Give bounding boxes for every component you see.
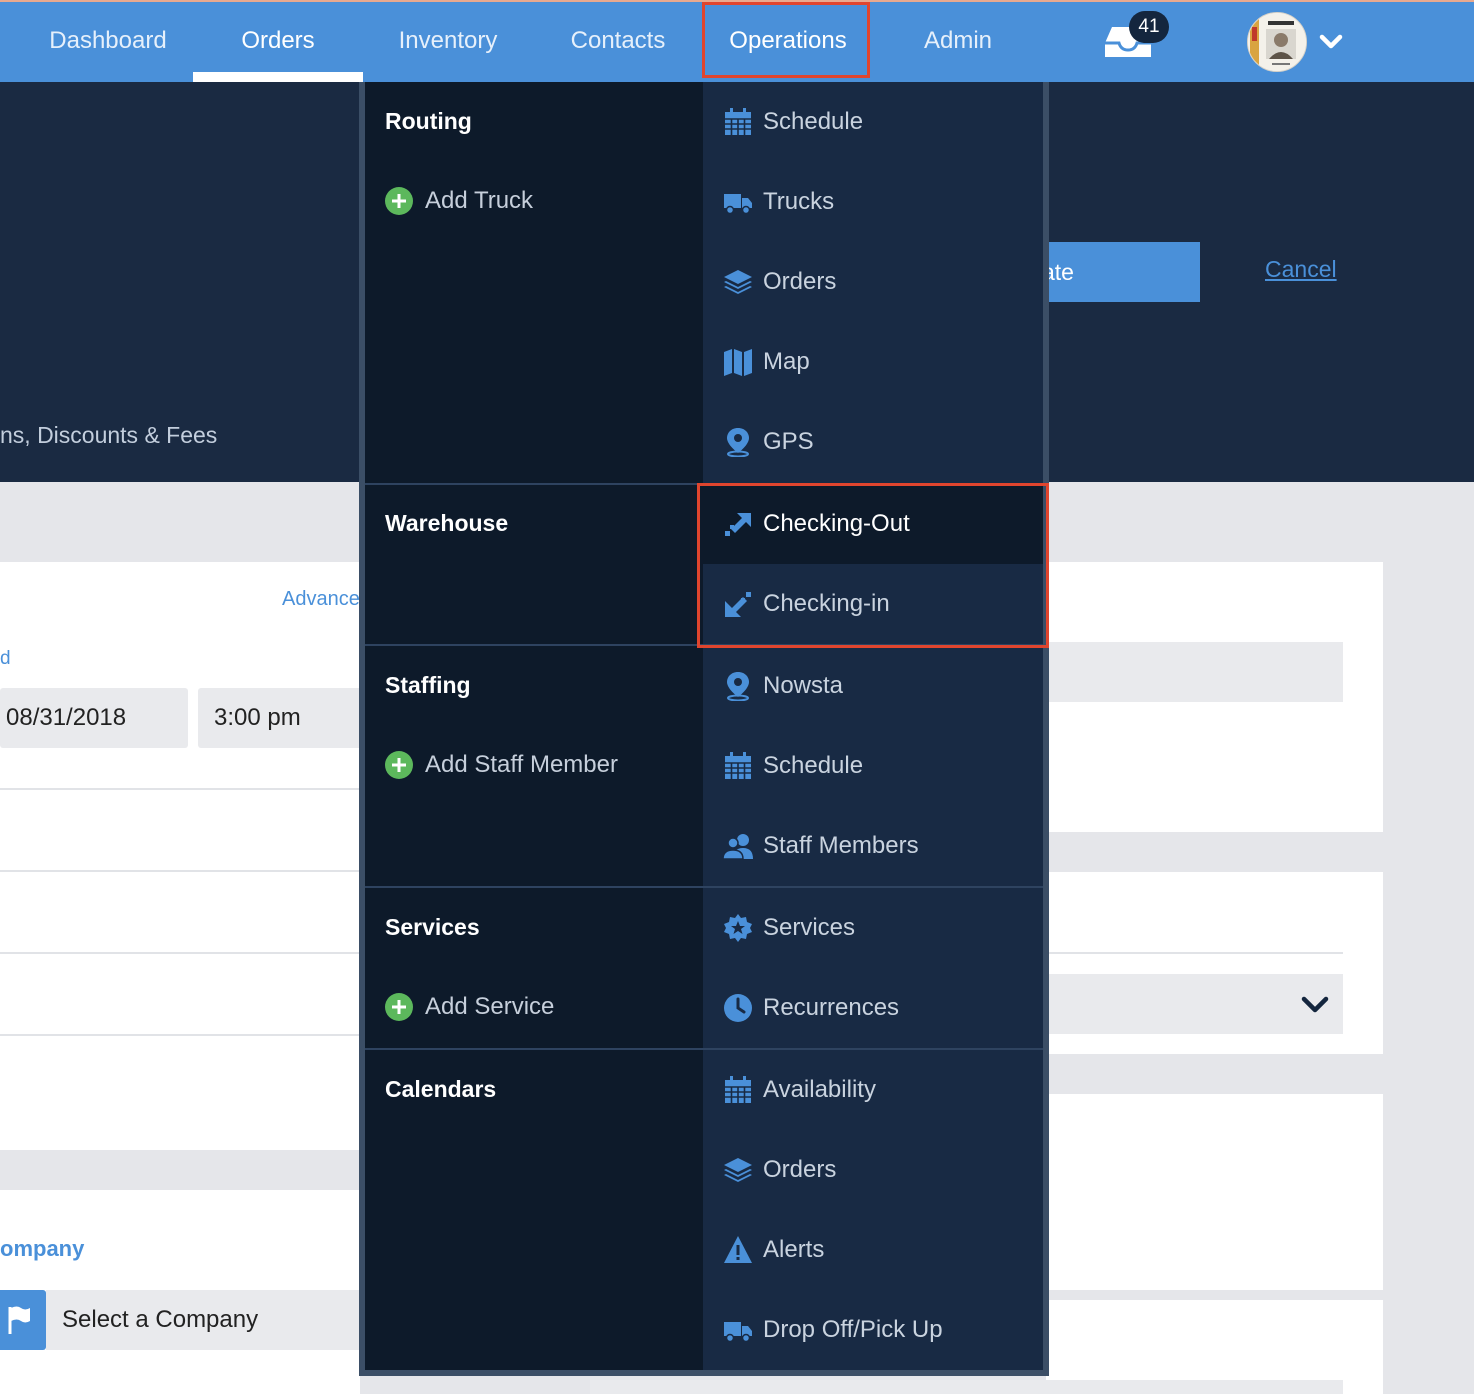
- menu-item-label: Orders: [763, 1156, 837, 1183]
- clock-icon: [724, 994, 752, 1022]
- add-service-link[interactable]: Add Service: [385, 987, 554, 1027]
- nav-admin[interactable]: Admin: [873, 0, 1043, 82]
- divider: [0, 788, 360, 790]
- active-tab-indicator: [193, 72, 363, 82]
- field-label: d: [0, 648, 11, 669]
- users-icon: [723, 834, 753, 860]
- menu-item-label: Map: [763, 348, 810, 375]
- menu-item-label: GPS: [763, 428, 814, 455]
- group-title-services: Services: [385, 914, 480, 940]
- company-label: ompany: [0, 1236, 85, 1261]
- menu-item-label: Schedule: [763, 752, 864, 779]
- advanced-link[interactable]: Advance: [282, 588, 360, 611]
- avatar-image: [1248, 13, 1306, 71]
- cancel-link[interactable]: Cancel: [1265, 256, 1337, 283]
- menu-item-staffing-schedule[interactable]: Schedule: [703, 726, 1043, 806]
- menu-item-map[interactable]: Map: [703, 322, 1043, 402]
- layers-icon: [724, 1158, 752, 1182]
- group-title-staffing: Staffing: [385, 672, 471, 698]
- menu-item-label: Drop Off/Pick Up: [763, 1316, 943, 1343]
- company-select[interactable]: Select a Company: [46, 1290, 366, 1350]
- calendar-icon: [725, 752, 751, 779]
- group-title-warehouse: Warehouse: [385, 510, 509, 536]
- menu-item-recurrences[interactable]: Recurrences: [703, 968, 1043, 1048]
- chevron-down-icon[interactable]: [1316, 26, 1346, 56]
- date-field[interactable]: 08/31/2018: [0, 688, 188, 748]
- warning-icon: [724, 1236, 752, 1263]
- menu-item-nowsta[interactable]: Nowsta: [703, 646, 1043, 726]
- nav-dashboard[interactable]: Dashboard: [23, 0, 193, 82]
- divider: [0, 870, 360, 872]
- divider: [0, 952, 360, 954]
- operations-highlight: [702, 2, 870, 78]
- calendar-icon: [725, 108, 751, 135]
- avatar[interactable]: [1247, 12, 1307, 72]
- plus-circle-icon: [385, 187, 413, 215]
- menu-item-label: Schedule: [763, 108, 864, 135]
- menu-item-gps[interactable]: GPS: [703, 402, 1043, 482]
- menu-item-staff-members[interactable]: Staff Members: [703, 806, 1043, 886]
- group-title-calendars: Calendars: [385, 1076, 497, 1102]
- truck-icon: [724, 194, 752, 215]
- menu-item-label: Nowsta: [763, 672, 844, 699]
- menu-item-calendar-orders[interactable]: Orders: [703, 1130, 1043, 1210]
- bottom-field[interactable]: [590, 1380, 1343, 1394]
- menu-item-alerts[interactable]: Alerts: [703, 1210, 1043, 1290]
- menu-item-label: Recurrences: [763, 994, 900, 1021]
- menu-item-label: Staff Members: [763, 832, 919, 859]
- menu-item-drop-off-pick-up[interactable]: Drop Off/Pick Up: [703, 1290, 1043, 1370]
- time-field[interactable]: 3:00 pm: [198, 688, 368, 748]
- menu-item-label: Orders: [763, 268, 837, 295]
- map-icon: [724, 349, 752, 376]
- right-select[interactable]: [1046, 974, 1343, 1034]
- top-navigation: Dashboard Orders Inventory Contacts Oper…: [0, 0, 1474, 82]
- right-input[interactable]: [1046, 642, 1343, 702]
- add-truck-link[interactable]: Add Truck: [385, 181, 533, 221]
- menu-item-label: Alerts: [763, 1236, 825, 1263]
- divider: [0, 1034, 360, 1036]
- group-title-routing: Routing: [385, 108, 472, 134]
- menu-item-label: Services: [763, 914, 856, 941]
- warehouse-items-highlight: [697, 483, 1049, 648]
- menu-item-routing-schedule[interactable]: Schedule: [703, 82, 1043, 162]
- add-service-label: Add Service: [425, 993, 555, 1020]
- add-staff-member-label: Add Staff Member: [425, 751, 618, 778]
- layers-icon: [724, 270, 752, 294]
- plus-circle-icon: [385, 993, 413, 1021]
- divider: [1046, 952, 1343, 954]
- nav-inventory[interactable]: Inventory: [363, 0, 533, 82]
- add-truck-label: Add Truck: [425, 187, 534, 214]
- nav-contacts[interactable]: Contacts: [533, 0, 703, 82]
- nav-orders[interactable]: Orders: [193, 0, 363, 82]
- menu-item-trucks[interactable]: Trucks: [703, 162, 1043, 242]
- truck-icon: [724, 1322, 752, 1343]
- flag-button[interactable]: [0, 1290, 46, 1350]
- right-card: [1046, 1094, 1383, 1290]
- menu-item-routing-orders[interactable]: Orders: [703, 242, 1043, 322]
- map-pin-icon: [727, 428, 749, 457]
- section-tabs-label[interactable]: ns, Discounts & Fees: [0, 422, 217, 449]
- menu-item-availability[interactable]: Availability: [703, 1050, 1043, 1130]
- map-pin-icon: [727, 672, 749, 701]
- menu-item-label: Trucks: [763, 188, 835, 215]
- order-details-card: [0, 562, 360, 1150]
- flag-icon: [8, 1306, 30, 1334]
- menu-item-label: Availability: [763, 1076, 876, 1103]
- add-staff-member-link[interactable]: Add Staff Member: [385, 745, 618, 785]
- chevron-down-icon[interactable]: [1300, 990, 1330, 1018]
- plus-circle-icon: [385, 751, 413, 779]
- notification-badge: 41: [1129, 11, 1169, 43]
- calendar-icon: [725, 1076, 751, 1103]
- badge-star-icon: [724, 914, 752, 942]
- menu-item-services[interactable]: Services: [703, 888, 1043, 968]
